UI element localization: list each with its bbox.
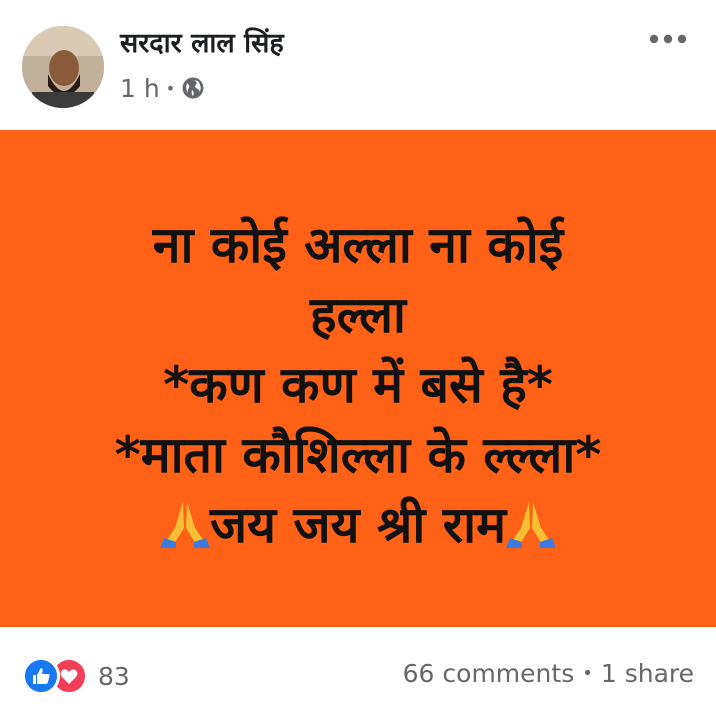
stats-separator: •	[582, 663, 593, 684]
text-line-1: ना कोई अल्ला ना कोई	[152, 216, 564, 274]
reaction-count[interactable]: 83	[98, 662, 130, 691]
text-line-5: जय जय श्री राम	[40, 490, 676, 560]
text-line-4: *माता कौशिल्ला के ल्ल्ला*	[114, 426, 602, 484]
prayer-text: जय जय श्री राम	[209, 496, 507, 554]
folded-hands-icon	[159, 502, 210, 548]
text-line-3: *कण कण में बसे है*	[163, 356, 553, 414]
globe-icon[interactable]	[181, 76, 205, 100]
post-stats: 66 comments • 1 share	[403, 659, 694, 688]
shares-link[interactable]: 1 share	[601, 659, 694, 688]
author-name[interactable]: सरदार लाल सिंह	[120, 24, 284, 64]
text-line-2: हल्ला	[310, 286, 406, 344]
more-options-icon[interactable]	[646, 24, 690, 54]
post-footer: 83 66 comments • 1 share	[0, 627, 716, 715]
post-image[interactable]: ना कोई अल्ला ना कोई हल्ला *कण कण में बसे…	[0, 130, 716, 627]
comments-link[interactable]: 66 comments	[403, 659, 575, 688]
meta-separator: •	[165, 78, 176, 98]
reactions-summary[interactable]: 83	[22, 657, 130, 695]
post-text: ना कोई अल्ला ना कोई हल्ला *कण कण में बसे…	[40, 210, 676, 560]
post-header: सरदार लाल सिंह 1 h •	[0, 0, 716, 130]
author-avatar[interactable]	[22, 26, 104, 108]
post-time[interactable]: 1 h	[120, 74, 160, 103]
post-meta: 1 h •	[120, 72, 205, 104]
like-icon	[22, 657, 60, 695]
folded-hands-icon	[506, 502, 557, 548]
avatar-image	[22, 26, 104, 108]
